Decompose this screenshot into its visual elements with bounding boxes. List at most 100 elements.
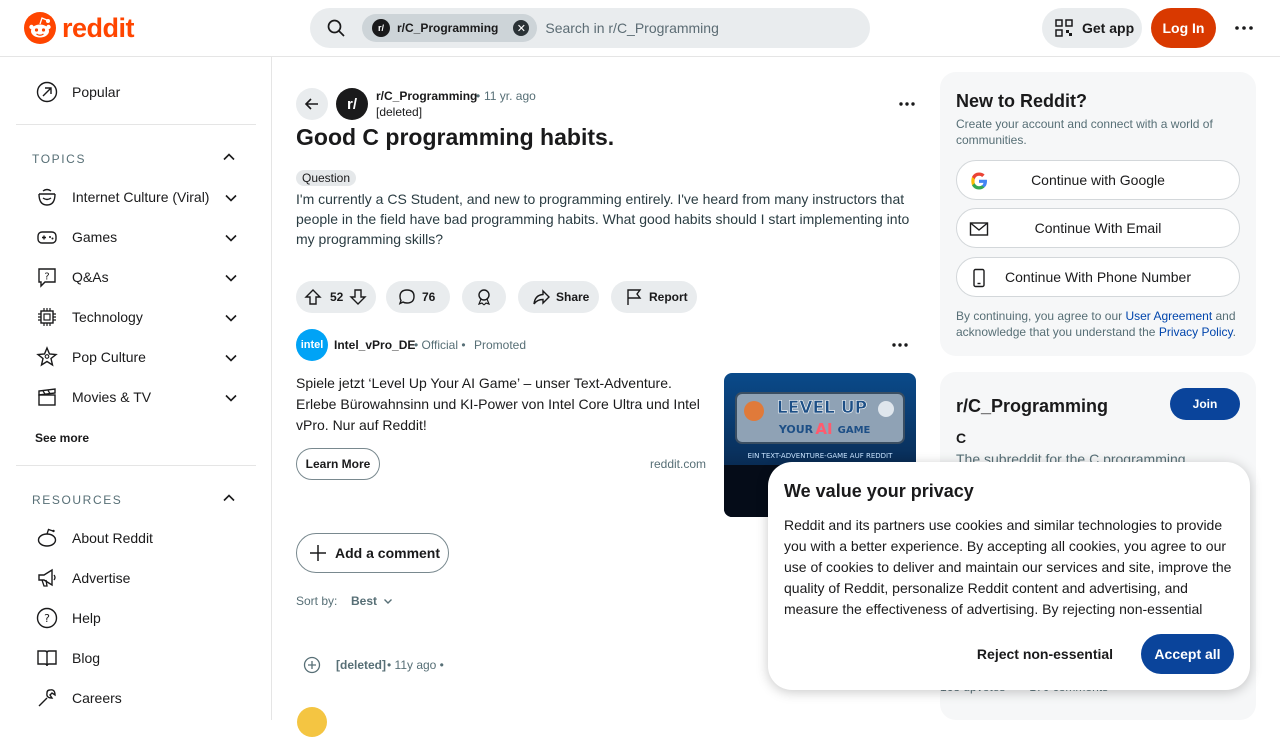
- ad-text: Spiele jetzt ‘Level Up Your AI Game’ – u…: [296, 375, 700, 433]
- snoo-icon: [24, 12, 56, 44]
- back-button[interactable]: [296, 88, 328, 120]
- sidebar-item-pop-culture[interactable]: Pop Culture: [16, 337, 256, 377]
- sidebar-item-internet-culture[interactable]: Internet Culture (Viral): [16, 177, 256, 217]
- award-icon: [477, 289, 491, 306]
- login-button[interactable]: Log In: [1151, 8, 1216, 48]
- chevron-down-icon[interactable]: [224, 231, 238, 245]
- chevron-down-icon[interactable]: [224, 391, 238, 405]
- popular-arrow-icon: [36, 81, 58, 103]
- chevron-down-icon[interactable]: [224, 351, 238, 365]
- vote-count: 52: [330, 290, 344, 304]
- sidebar-item-blog[interactable]: Blog: [16, 638, 256, 678]
- more-options-icon[interactable]: [1228, 12, 1260, 44]
- left-sidebar: Popular TOPICS Internet Culture (Viral) …: [0, 57, 272, 720]
- topics-header[interactable]: TOPICS: [32, 152, 86, 166]
- comment-icon: [398, 289, 415, 305]
- svg-text:?: ?: [44, 612, 50, 625]
- clapper-icon: [38, 388, 56, 406]
- search-scope-chip[interactable]: r/ r/C_Programming ✕: [362, 14, 538, 42]
- add-comment-label: Add a comment: [335, 545, 441, 561]
- divider: [16, 124, 256, 125]
- advertiser-name[interactable]: Intel_vPro_DE: [334, 338, 415, 352]
- promoted-label: Promoted: [474, 338, 527, 352]
- see-more-button[interactable]: See more: [35, 431, 89, 445]
- sidebar-item-careers[interactable]: Careers: [16, 678, 256, 718]
- learn-more-button[interactable]: Learn More: [296, 448, 380, 480]
- get-app-button[interactable]: Get app: [1042, 8, 1142, 48]
- flag-icon: [627, 289, 642, 305]
- add-comment-button[interactable]: Add a comment: [296, 533, 449, 573]
- terms-text-part: .: [1232, 325, 1236, 339]
- chevron-up-icon[interactable]: [222, 491, 236, 505]
- consent-title: We value your privacy: [784, 481, 974, 501]
- clear-scope-icon[interactable]: ✕: [513, 20, 530, 36]
- continue-google-button[interactable]: Continue with Google: [956, 160, 1240, 200]
- star-person-icon: [36, 346, 58, 367]
- resources-header[interactable]: RESOURCES: [32, 493, 122, 507]
- continue-email-button[interactable]: Continue With Email: [956, 208, 1240, 248]
- ad-domain[interactable]: reddit.com: [650, 457, 706, 471]
- book-icon: [37, 650, 57, 667]
- chevron-down-icon[interactable]: [224, 271, 238, 285]
- chevron-down-icon[interactable]: [224, 311, 238, 325]
- join-button[interactable]: Join: [1170, 388, 1240, 420]
- subreddit-link[interactable]: r/C_Programming: [376, 89, 477, 103]
- plus-icon: [310, 545, 326, 561]
- continue-phone-button[interactable]: Continue With Phone Number: [956, 257, 1240, 297]
- sidebar-item-qas[interactable]: ? Q&As: [16, 257, 256, 297]
- sidebar-item-about-reddit[interactable]: About Reddit: [16, 518, 256, 558]
- sidebar-item-advertise[interactable]: Advertise: [16, 558, 256, 598]
- share-button[interactable]: Share: [518, 281, 599, 313]
- sidebar-item-technology[interactable]: Technology: [16, 297, 256, 337]
- post-flair[interactable]: Question: [296, 170, 357, 186]
- comments-button[interactable]: 76: [386, 281, 450, 313]
- ad-image-word-game: GAME: [838, 425, 871, 436]
- reddit-logo[interactable]: reddit: [24, 12, 135, 44]
- report-button[interactable]: Report: [611, 281, 697, 313]
- help-icon: ?: [36, 607, 58, 629]
- avatar[interactable]: [297, 707, 327, 737]
- terms-text-part: By continuing, you agree to our: [956, 309, 1126, 323]
- sidebar-item-label: Internet Culture (Viral): [72, 189, 210, 205]
- ad-image-word-your: YOUR: [778, 423, 814, 436]
- sidebar-item-help[interactable]: ? Help: [16, 598, 256, 638]
- share-icon: [533, 289, 550, 305]
- award-button[interactable]: [462, 281, 506, 313]
- subreddit-avatar[interactable]: r/: [336, 88, 368, 120]
- megaphone-icon: [38, 568, 56, 587]
- sort-dropdown[interactable]: Best: [351, 594, 393, 608]
- signup-subtitle: Create your account and connect with a w…: [956, 117, 1213, 147]
- subreddit-avatar-icon: r/: [372, 19, 390, 37]
- top-header: reddit r/ r/C_Programming ✕ Get app Log …: [0, 0, 1280, 57]
- upvote-icon[interactable]: [304, 288, 322, 306]
- community-name[interactable]: r/C_Programming: [956, 396, 1108, 417]
- expand-comment-icon[interactable]: [303, 656, 321, 674]
- search-scope-label: r/C_Programming: [397, 21, 499, 35]
- smile-icon: [38, 188, 56, 206]
- user-agreement-link[interactable]: User Agreement: [1125, 309, 1212, 323]
- ad-image-caption: EIN TEXT-ADVENTURE-GAME AUF REDDIT: [748, 452, 893, 460]
- sidebar-item-movies-tv[interactable]: Movies & TV: [16, 377, 256, 417]
- continue-email-label: Continue With Email: [1034, 220, 1162, 236]
- advertiser-avatar[interactable]: intel: [296, 329, 328, 361]
- chip-icon: [38, 308, 56, 326]
- downvote-icon[interactable]: [349, 288, 368, 306]
- question-icon: ?: [38, 268, 56, 288]
- svg-text:?: ?: [44, 272, 49, 283]
- post-age: 11 yr. ago: [484, 89, 536, 103]
- search-bar[interactable]: r/ r/C_Programming ✕: [310, 8, 870, 48]
- chevron-down-icon[interactable]: [224, 191, 238, 205]
- sidebar-item-popular[interactable]: Popular: [16, 72, 256, 112]
- reject-non-essential-button[interactable]: Reject non-essential: [965, 634, 1125, 674]
- accept-all-button[interactable]: Accept all: [1141, 634, 1234, 674]
- chevron-up-icon[interactable]: [222, 150, 236, 164]
- consent-text: Reddit and its partners use cookies and …: [784, 517, 1232, 617]
- sidebar-item-games[interactable]: Games: [16, 217, 256, 257]
- post-title: Good C programming habits.: [296, 124, 615, 150]
- privacy-policy-link[interactable]: Privacy Policy: [1159, 325, 1233, 339]
- vote-control: 52: [296, 281, 376, 313]
- post-more-icon[interactable]: [895, 94, 919, 114]
- alien-icon: [37, 528, 57, 547]
- search-input[interactable]: [545, 20, 846, 36]
- ad-more-icon[interactable]: [888, 335, 912, 355]
